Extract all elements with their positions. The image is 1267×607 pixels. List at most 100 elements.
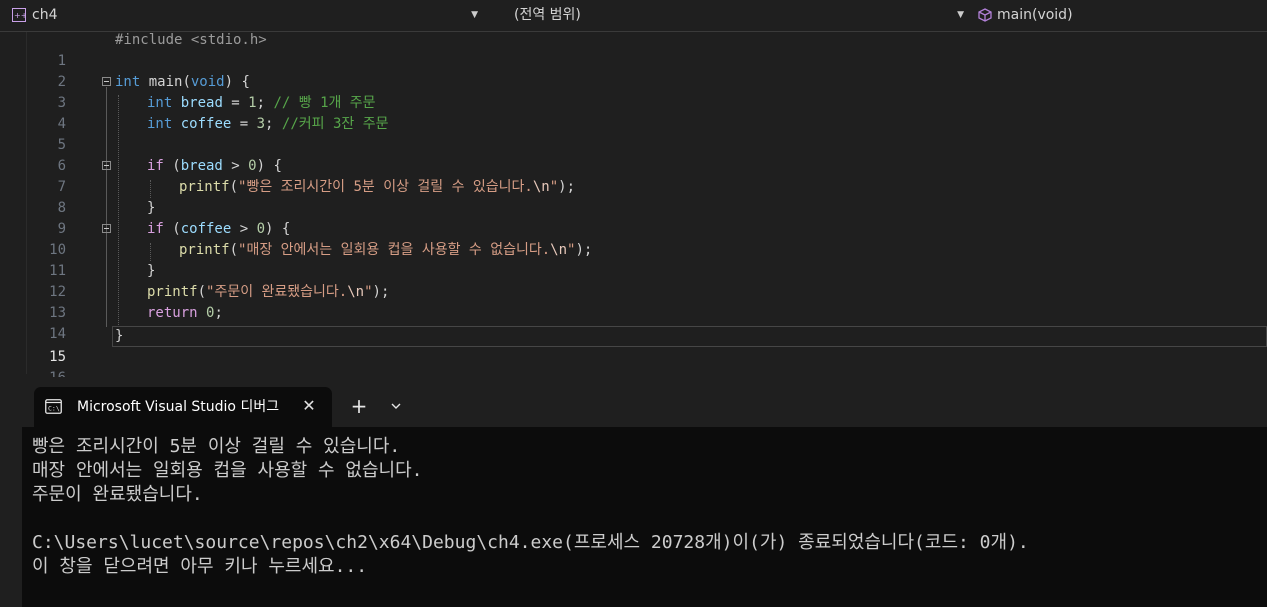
- keyword: int: [147, 95, 173, 111]
- comment: //커피 3잔 주문: [281, 116, 389, 132]
- variable: bread: [172, 95, 223, 111]
- code-line: 8 printf("빵은 조리시간이 5분 이상 걸릴 수 있습니다.\n");: [0, 177, 1267, 216]
- punctuation: }: [147, 263, 156, 279]
- punctuation: );: [575, 242, 593, 258]
- code-line: 10 if (coffee > 0) {: [0, 219, 1267, 258]
- code-line: 13 printf("주문이 완료됐습니다.\n");: [0, 282, 1267, 321]
- member-name: main(void): [997, 7, 1073, 23]
- number-literal: 0: [248, 158, 257, 174]
- string-literal: "빵은 조리시간이 5분 이상 걸릴 수 있습니다.: [238, 179, 533, 195]
- punctuation: (: [229, 242, 239, 258]
- punctuation: ;: [256, 95, 274, 111]
- escape-sequence: \n: [550, 242, 568, 258]
- function-call: printf: [179, 242, 230, 258]
- punctuation: );: [558, 179, 575, 195]
- punctuation: (: [163, 221, 181, 237]
- punctuation: (: [229, 179, 239, 195]
- terminal-line: 이 창을 닫으려면 아무 키나 누르세요...: [32, 556, 368, 577]
- punctuation: ) {: [265, 221, 291, 237]
- punctuation: );: [372, 284, 390, 300]
- control-keyword: if: [147, 158, 164, 174]
- terminal-window: C:\ Microsoft Visual Studio 디버그 ✕ + 빵은 조…: [22, 377, 1267, 607]
- punctuation: (: [163, 158, 181, 174]
- new-tab-button[interactable]: +: [349, 394, 369, 418]
- function-name: main(: [140, 74, 191, 90]
- string-literal: "주문이 완료됐습니다.: [206, 284, 348, 300]
- code-line: 12 }: [0, 261, 1267, 300]
- punctuation: ) {: [224, 74, 250, 90]
- string-literal: ": [364, 284, 373, 300]
- cpp-project-icon: ++: [12, 8, 26, 22]
- punctuation: ;: [214, 305, 223, 321]
- project-dropdown[interactable]: ++ ch4 ▼: [8, 4, 484, 27]
- escape-sequence: \n: [532, 179, 550, 195]
- collapse-icon[interactable]: [102, 77, 111, 86]
- terminal-line: 빵은 조리시간이 5분 이상 걸릴 수 있습니다.: [32, 436, 401, 457]
- code-line: 16: [0, 347, 1267, 386]
- operator: =: [231, 116, 257, 132]
- collapse-icon[interactable]: [102, 161, 111, 170]
- tab-dropdown-button[interactable]: [386, 394, 406, 418]
- method-cube-icon: [978, 8, 992, 22]
- navigation-bar: ++ ch4 ▼ (전역 범위) ▼ main(void): [0, 0, 1267, 32]
- close-icon[interactable]: ✕: [299, 396, 319, 416]
- comment: // 빵 1개 주문: [273, 95, 376, 111]
- punctuation: }: [115, 328, 124, 344]
- code-line: 11 printf("매장 안에서는 일회용 컵을 사용할 수 없습니다.\n"…: [0, 240, 1267, 279]
- punctuation: (: [197, 284, 207, 300]
- variable: coffee: [172, 116, 232, 132]
- string-literal: "매장 안에서는 일회용 컵을 사용할 수 없습니다.: [238, 242, 551, 258]
- member-dropdown[interactable]: main(void): [974, 4, 1267, 27]
- function-call: printf: [179, 179, 230, 195]
- code-line: 7 if (bread > 0) {: [0, 156, 1267, 195]
- number-literal: 1: [248, 95, 257, 111]
- variable: bread: [180, 158, 223, 174]
- terminal-tab-title: Microsoft Visual Studio 디버그: [77, 399, 280, 415]
- console-icon: C:\: [45, 399, 62, 414]
- code-line: 14 return 0;: [0, 303, 1267, 342]
- chevron-down-icon: ▼: [471, 10, 478, 20]
- code-line: 6: [0, 135, 1267, 174]
- project-name: ch4: [32, 7, 58, 23]
- number-literal: 3: [256, 116, 266, 132]
- code-editor[interactable]: 1 #include <stdio.h> 2 3 int main(void) …: [0, 30, 1267, 386]
- terminal-tab[interactable]: C:\ Microsoft Visual Studio 디버그 ✕: [34, 387, 332, 427]
- function-call: printf: [147, 284, 198, 300]
- control-keyword: return: [147, 305, 198, 321]
- chevron-down-icon: ▼: [957, 10, 964, 20]
- code-line: 2: [0, 51, 1267, 90]
- punctuation: ;: [265, 116, 282, 132]
- code-line: 9 }: [0, 198, 1267, 237]
- operator: >: [222, 158, 249, 174]
- number-literal: 0: [256, 221, 266, 237]
- svg-text:++: ++: [14, 11, 26, 20]
- scope-name: (전역 범위): [514, 7, 581, 23]
- punctuation: }: [147, 200, 156, 216]
- operator: =: [222, 95, 249, 111]
- collapse-icon[interactable]: [102, 224, 111, 233]
- svg-text:C:\: C:\: [48, 405, 60, 413]
- terminal-output: 빵은 조리시간이 5분 이상 걸릴 수 있습니다. 매장 안에서는 일회용 컵을…: [32, 435, 1262, 579]
- terminal-line: 주문이 완료됐습니다.: [32, 484, 203, 505]
- code-line: 4 int bread = 1; // 빵 1개 주문: [0, 93, 1267, 132]
- scope-dropdown[interactable]: (전역 범위) ▼: [492, 4, 970, 27]
- code-line-current: 15 }: [0, 326, 1267, 365]
- terminal-line: C:\Users\lucet\source\repos\ch2\x64\Debu…: [32, 532, 1029, 553]
- code-line: 3 int main(void) {: [0, 72, 1267, 111]
- code-line: 1 #include <stdio.h>: [0, 30, 1267, 69]
- operator: >: [231, 221, 257, 237]
- variable: coffee: [180, 221, 232, 237]
- terminal-line: 매장 안에서는 일회용 컵을 사용할 수 없습니다.: [32, 460, 423, 481]
- preprocessor-directive: #include <stdio.h>: [115, 32, 267, 48]
- control-keyword: if: [147, 221, 164, 237]
- keyword: int: [147, 116, 173, 132]
- terminal-tab-bar: C:\ Microsoft Visual Studio 디버그 ✕ +: [22, 377, 1267, 427]
- string-literal: ": [549, 179, 559, 195]
- code-line: 5 int coffee = 3; //커피 3잔 주문: [0, 114, 1267, 153]
- keyword: void: [190, 74, 225, 90]
- keyword: int: [115, 74, 141, 90]
- punctuation: ) {: [256, 158, 282, 174]
- escape-sequence: \n: [347, 284, 365, 300]
- chevron-down-icon: [391, 403, 401, 409]
